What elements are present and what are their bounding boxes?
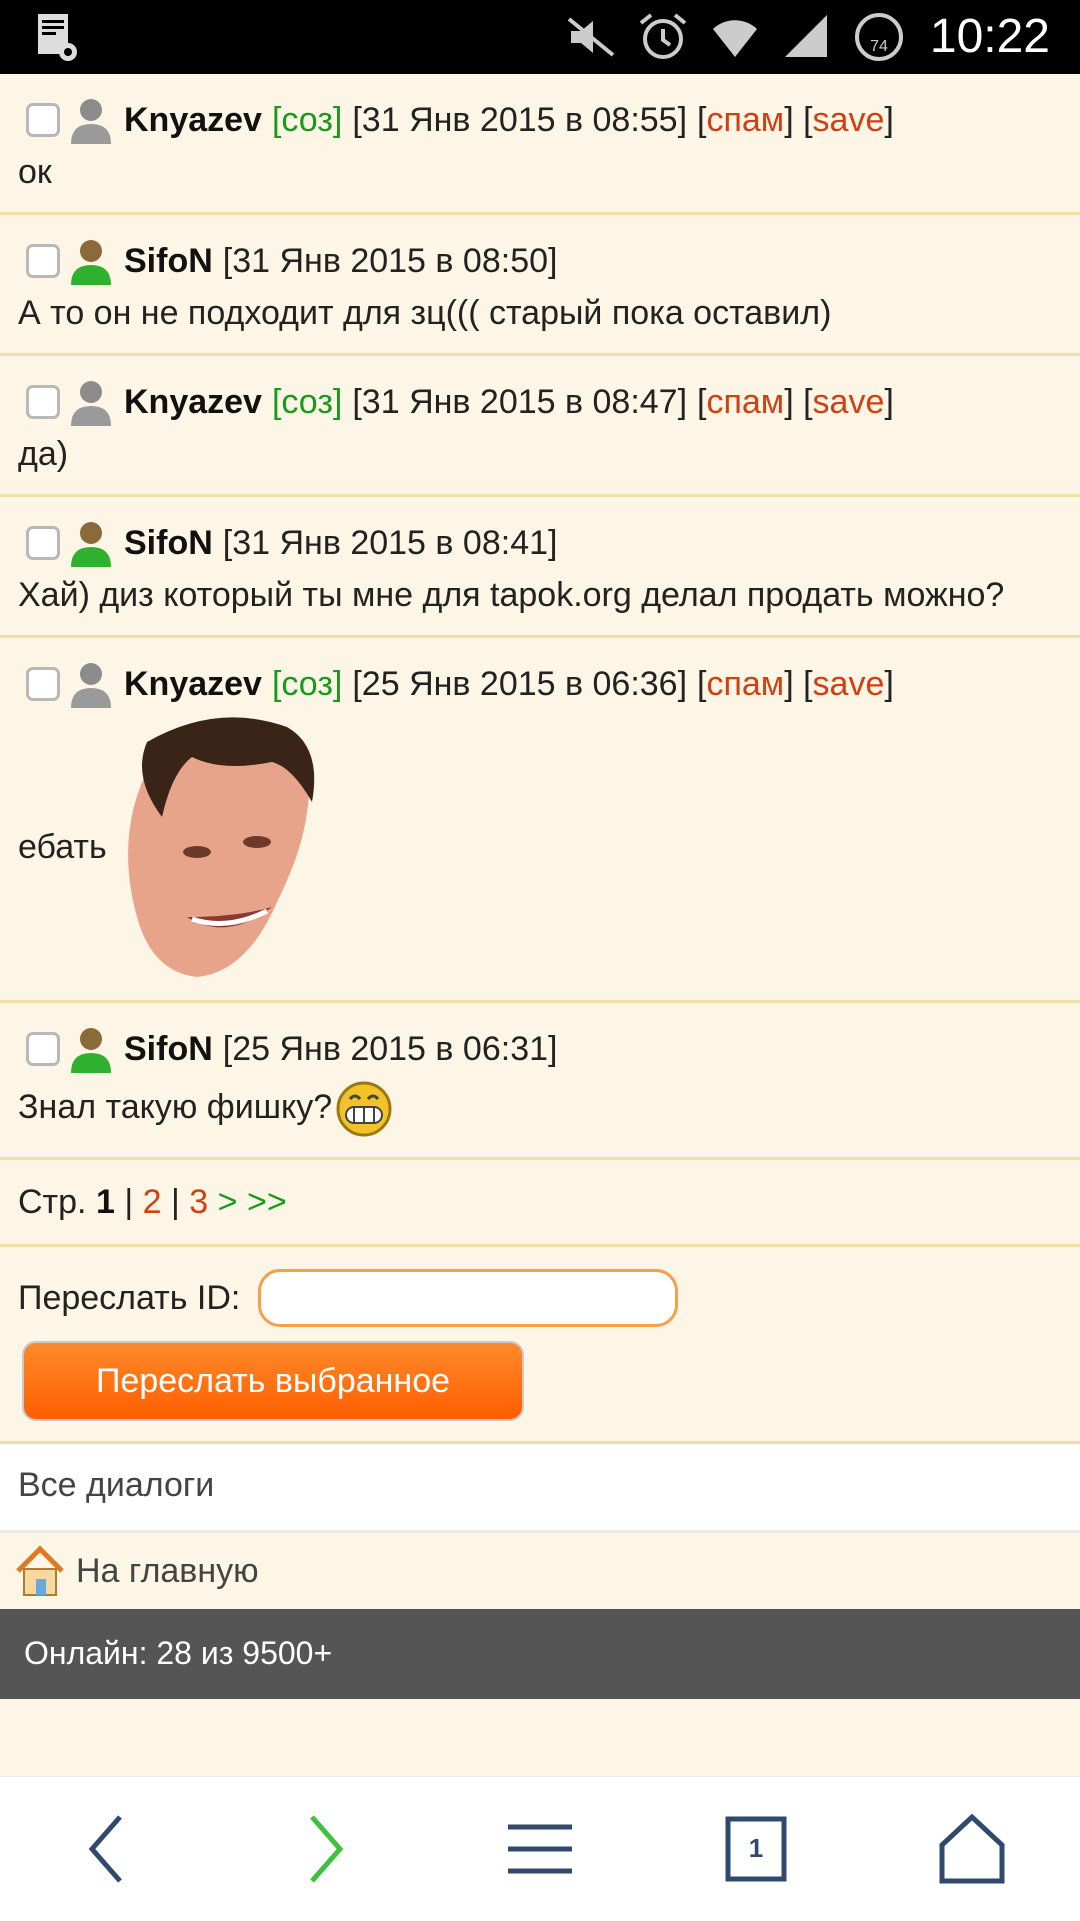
message-text: ебать <box>18 828 107 866</box>
message-header: SifoN [25 Янв 2015 в 06:31] <box>18 1023 1062 1075</box>
page-next-link[interactable]: > <box>218 1183 238 1221</box>
message-text: Хай) диз который ты мне для tapok.org де… <box>18 576 1005 614</box>
message-text: А то он не подходит для зц((( старый пок… <box>18 294 832 332</box>
browser-navbar: 1 <box>0 1776 1080 1921</box>
alarm-icon <box>639 13 687 59</box>
site-footer: Онлайн: 28 из 9500+ <box>0 1609 1080 1699</box>
save-link[interactable]: save <box>813 98 885 142</box>
spam-link[interactable]: спам <box>706 662 784 706</box>
author-name[interactable]: SifoN <box>124 239 213 283</box>
save-link[interactable]: save <box>813 380 885 424</box>
select-checkbox[interactable] <box>26 1032 60 1066</box>
user-online-icon <box>71 240 111 285</box>
battery-gauge-icon: 74 <box>855 13 903 61</box>
forward-id-input[interactable] <box>258 1269 679 1327</box>
hamburger-menu-icon <box>508 1824 572 1874</box>
pagination: Стр. 1 | 2 | 3 > >> <box>0 1160 1080 1247</box>
tabs-button[interactable]: 1 <box>701 1794 811 1904</box>
message-text: да) <box>18 435 69 473</box>
message: Knyazev [соз] [31 Янв 2015 в 08:55] [спа… <box>0 74 1080 215</box>
message: Knyazev [соз] [31 Янв 2015 в 08:47] [спа… <box>0 356 1080 497</box>
home-button[interactable] <box>917 1794 1027 1904</box>
wifi-icon <box>713 20 757 57</box>
all-dialogs-link[interactable]: Все диалоги <box>0 1444 1080 1533</box>
user-online-icon <box>71 1028 111 1073</box>
message-text: ок <box>18 153 52 191</box>
message-date: [25 Янв 2015 в 06:31] <box>222 1030 558 1068</box>
user-online-icon <box>71 522 111 567</box>
author-name[interactable]: SifoN <box>124 1027 213 1071</box>
back-button[interactable] <box>53 1794 163 1904</box>
message-date: [31 Янв 2015 в 08:41] <box>222 524 558 562</box>
home-link-label: На главную <box>76 1551 259 1590</box>
message-header: SifoN [31 Янв 2015 в 08:41] <box>18 517 1062 569</box>
clock: 10:22 <box>929 10 1050 63</box>
online-count: Онлайн: 28 из 9500+ <box>24 1635 333 1671</box>
status-bar: 74 10:22 <box>0 0 1080 74</box>
forward-form: Переслать ID: Переслать выбранное <box>0 1247 1080 1444</box>
mute-icon <box>567 17 615 57</box>
author-name[interactable]: Knyazev <box>124 98 262 142</box>
user-offline-icon <box>71 381 111 426</box>
message-date: [31 Янв 2015 в 08:47] <box>352 383 688 421</box>
save-link[interactable]: save <box>813 662 885 706</box>
dialog-content: Knyazev [соз] [31 Янв 2015 в 08:55] [спа… <box>0 74 1080 1699</box>
spam-link[interactable]: спам <box>706 380 784 424</box>
message-header: Knyazev [соз] [31 Янв 2015 в 08:47] [спа… <box>18 376 1062 428</box>
home-icon <box>939 1813 1005 1884</box>
author-name[interactable]: Knyazev <box>124 380 262 424</box>
message-text: Знал такую фишку? <box>18 1079 1062 1139</box>
message: SifoN [31 Янв 2015 в 08:41] Хай) диз кот… <box>0 497 1080 638</box>
message: Knyazev [соз] [25 Янв 2015 в 06:36] [спа… <box>0 638 1080 1003</box>
chevron-left-icon <box>88 1815 122 1883</box>
user-offline-icon <box>71 99 111 144</box>
message-header: Knyazev [соз] [25 Янв 2015 в 06:36] [спа… <box>18 658 1062 710</box>
house-icon <box>16 1545 64 1596</box>
coz-tag[interactable]: [соз] <box>272 380 342 424</box>
chevron-right-icon <box>310 1815 344 1883</box>
face-sticker-image <box>127 717 314 977</box>
forward-button[interactable] <box>269 1794 379 1904</box>
page-prefix: Стр. <box>18 1183 87 1221</box>
message-header: SifoN [31 Янв 2015 в 08:50] <box>18 235 1062 287</box>
page-link-3[interactable]: 3 <box>189 1183 208 1221</box>
message-text-content: Знал такую фишку? <box>18 1087 333 1126</box>
message-header: Knyazev [соз] [31 Янв 2015 в 08:55] [спа… <box>18 94 1062 146</box>
select-checkbox[interactable] <box>26 385 60 419</box>
message-date: [31 Янв 2015 в 08:50] <box>222 242 558 280</box>
author-name[interactable]: SifoN <box>124 521 213 565</box>
user-offline-icon <box>71 663 111 708</box>
select-checkbox[interactable] <box>26 526 60 560</box>
forward-selected-button[interactable]: Переслать выбранное <box>22 1341 524 1421</box>
select-checkbox[interactable] <box>26 667 60 701</box>
message-body: ебать <box>18 712 1062 982</box>
message: SifoN [25 Янв 2015 в 06:31] Знал такую ф… <box>0 1003 1080 1160</box>
message-date: [25 Янв 2015 в 06:36] <box>352 665 688 703</box>
message: SifoN [31 Янв 2015 в 08:50] А то он не п… <box>0 215 1080 356</box>
message-date: [31 Янв 2015 в 08:55] <box>352 101 688 139</box>
status-icons: 74 <box>565 10 905 64</box>
menu-button[interactable] <box>485 1794 595 1904</box>
home-link[interactable]: На главную <box>0 1533 1080 1609</box>
battery-level: 74 <box>870 38 888 55</box>
coz-tag[interactable]: [соз] <box>272 662 342 706</box>
signal-icon <box>785 15 827 57</box>
coz-tag[interactable]: [соз] <box>272 98 342 142</box>
forward-id-label: Переслать ID: <box>18 1278 241 1317</box>
author-name[interactable]: Knyazev <box>124 662 262 706</box>
select-checkbox[interactable] <box>26 244 60 278</box>
page-last-link[interactable]: >> <box>247 1183 287 1221</box>
grin-smiley-icon <box>336 1081 392 1137</box>
document-settings-icon <box>38 14 77 61</box>
tabs-icon: 1 <box>725 1816 787 1882</box>
page-current: 1 <box>95 1183 115 1221</box>
page-link-2[interactable]: 2 <box>143 1183 162 1221</box>
spam-link[interactable]: спам <box>706 98 784 142</box>
forward-id-row: Переслать ID: <box>18 1269 1062 1327</box>
tabs-count: 1 <box>749 1833 763 1863</box>
select-checkbox[interactable] <box>26 103 60 137</box>
